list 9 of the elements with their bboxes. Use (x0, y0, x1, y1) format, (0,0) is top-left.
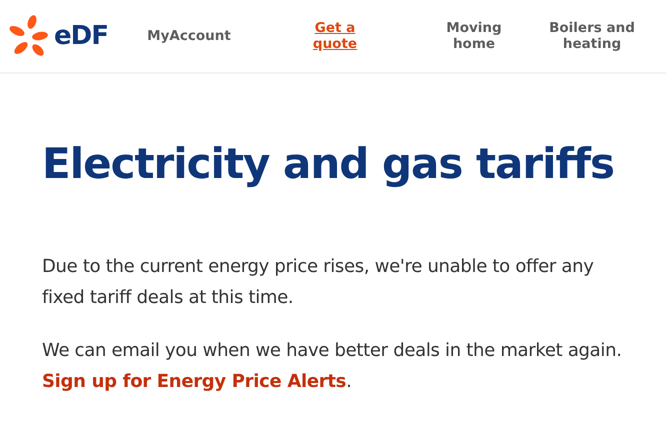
paragraph: Due to the current energy price rises, we're unable to offer any fixed tariff deals at this time. (42, 254, 595, 310)
logo-wordmark[interactable]: eDF (54, 21, 108, 51)
sign-up-link[interactable]: Sign up for Energy Price Alerts (42, 370, 346, 392)
nav-link[interactable]: MyAccount (144, 28, 234, 44)
paragraph: We can email you when we have better deals in the market again. Sign up for Energy Price Alerts. (42, 338, 623, 394)
nav-link[interactable]: Boilers and heating (544, 20, 640, 52)
nav-link[interactable]: Get a quote (308, 20, 362, 52)
page-title: Electricity and gas tariffs (42, 138, 614, 190)
nav-link[interactable]: Moving home (444, 20, 504, 52)
